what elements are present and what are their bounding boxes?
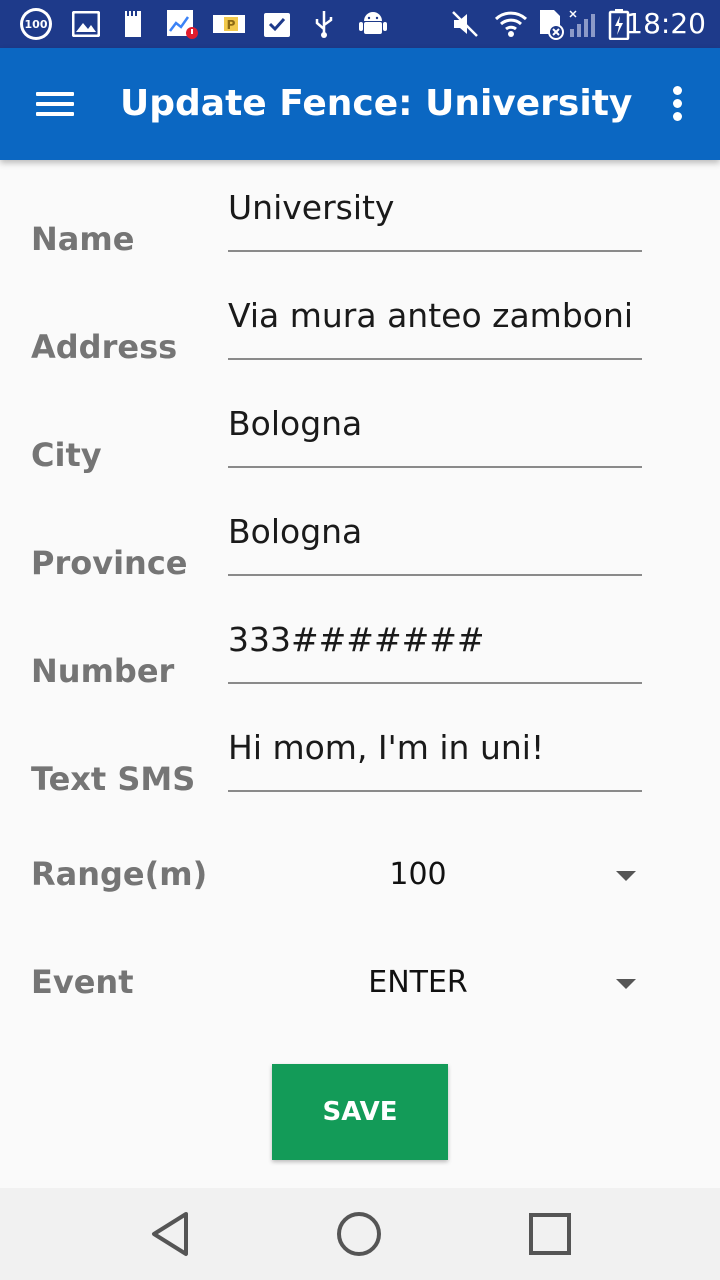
chart-alert-icon [166,8,198,40]
event-dropdown[interactable]: ENTER [228,953,648,1013]
usb-icon [312,8,336,40]
address-input[interactable] [228,290,642,360]
range-label: Range(m) [31,855,208,893]
image-icon [72,8,100,40]
province-input[interactable] [228,506,642,576]
text-sms-input[interactable] [228,722,642,792]
name-label: Name [31,220,135,258]
hundred-circle-icon: 100 [20,8,52,40]
navigation-bar [0,1188,720,1280]
wifi-icon [494,8,528,40]
app-bar: Update Fence: University [0,48,720,160]
parking-icon: P [212,8,246,40]
hamburger-menu-icon[interactable] [36,88,76,120]
android-icon [358,8,388,40]
home-icon[interactable] [331,1208,387,1260]
status-time: 18:20 [625,7,706,40]
more-vertical-icon[interactable] [666,84,690,124]
sim-icon [538,8,564,40]
address-label: Address [31,328,178,366]
clipboard-check-icon [262,8,292,40]
page-title: Update Fence: University [120,83,633,124]
event-label: Event [31,963,134,1001]
text-sms-label: Text SMS [31,760,196,798]
mute-icon [450,8,480,40]
range-value: 100 [389,857,447,892]
status-bar: 100 P 18:20 [0,0,720,48]
province-label: Province [31,544,188,582]
event-value: ENTER [368,965,468,1000]
back-icon[interactable] [142,1208,198,1260]
city-label: City [31,436,102,474]
recents-icon[interactable] [522,1208,578,1260]
city-input[interactable] [228,398,642,468]
sd-100-icon [120,8,146,40]
name-input[interactable] [228,182,642,252]
chevron-down-icon [616,871,636,881]
range-dropdown[interactable]: 100 [228,845,648,905]
number-input[interactable] [228,614,642,684]
chevron-down-icon [616,979,636,989]
signal-icon [568,8,602,40]
save-button[interactable]: SAVE [272,1064,448,1160]
number-label: Number [31,652,175,690]
svg-text:P: P [227,18,236,32]
